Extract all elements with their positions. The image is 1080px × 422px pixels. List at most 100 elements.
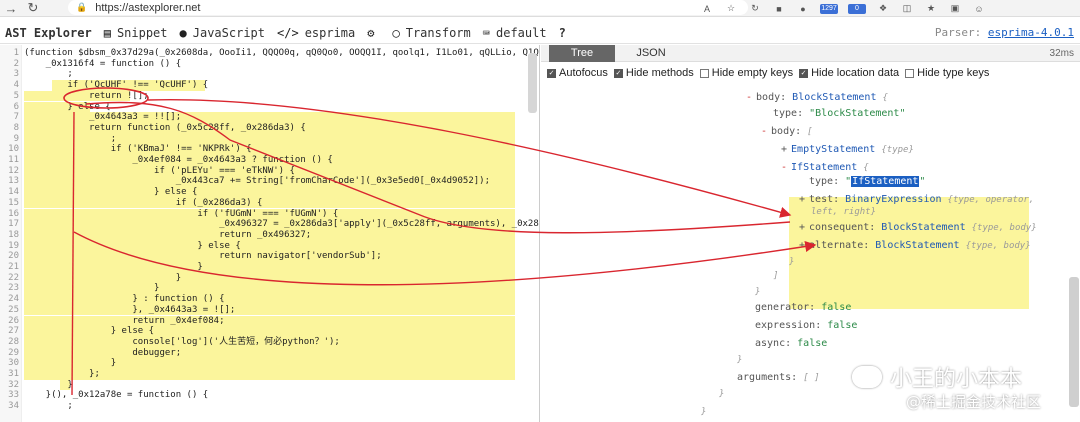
transform-toggle[interactable]: ◯ Transform [393, 26, 471, 40]
language-button[interactable]: ● JavaScript [180, 26, 265, 40]
line-number: 26 [8, 315, 19, 326]
code-icon: </> [277, 25, 299, 40]
code-text: if ('pLEYu' === 'eTkNW') { [24, 165, 295, 176]
extension-icon[interactable]: ■ [772, 2, 786, 16]
parse-time: 32ms [1049, 48, 1074, 59]
code-text: } else { [24, 240, 241, 251]
checkbox-icon[interactable] [905, 68, 915, 78]
code-text: } [24, 272, 182, 283]
parser-version-link[interactable]: esprima-4.0.1 [988, 26, 1074, 39]
line-number: 5 [13, 90, 19, 101]
code-text: }; [24, 369, 100, 379]
code-text: return navigator['vendorSub']; [24, 251, 382, 262]
line-number: 28 [8, 336, 19, 347]
tab-tree[interactable]: Tree [549, 45, 615, 62]
option-hide-empty-keys[interactable]: Hide empty keys [699, 67, 794, 79]
count-badge[interactable]: 1297 [820, 3, 838, 14]
option-label: Autofocus [559, 67, 608, 79]
tree-node-empty-statement[interactable]: + EmptyStatement {type} [781, 143, 914, 157]
code-text: return _0x496327; [24, 229, 312, 240]
code-text: } else { [24, 326, 155, 337]
tree-close-brace: } [789, 257, 795, 267]
profile-icon[interactable]: ☺ [972, 2, 986, 16]
option-label: Hide location data [811, 67, 900, 79]
snippet-button[interactable]: ▤ Snippet [104, 26, 168, 40]
line-number: 3 [13, 69, 19, 80]
option-hide-methods[interactable]: ✓ Hide methods [613, 67, 694, 79]
brand-title: AST Explorer [5, 25, 92, 40]
option-hide-type-keys[interactable]: Hide type keys [905, 67, 989, 79]
lock-icon: 🔒 [76, 2, 88, 12]
editor-scrollbar[interactable] [528, 53, 537, 113]
tree-node-test-meta: left, right} [811, 207, 877, 217]
color-icon[interactable]: ● [796, 2, 810, 16]
code-text: _0x4643a3 = !![]; [24, 112, 182, 123]
settings-button[interactable]: ⚙ [367, 26, 380, 40]
expand-icon: + [799, 222, 806, 233]
favorites-icon[interactable]: ★ [924, 2, 938, 16]
code-text: } [24, 283, 160, 294]
tree-node-type: type: "BlockStatement" [773, 108, 906, 119]
line-number: 2 [13, 58, 19, 69]
code-editor[interactable]: 1 (function $dbsm_0x37d29a(_0x2608da, Ooo… [0, 45, 540, 422]
collapse-icon: - [746, 92, 753, 103]
back-icon[interactable]: → [0, 0, 22, 17]
line-number: 17 [8, 219, 19, 230]
line-number: 10 [8, 144, 19, 155]
line-number: 29 [8, 347, 19, 358]
parser-button[interactable]: </> esprima [277, 26, 355, 40]
code-text: _0x443ca7 += String['fromCharCode'](_0x3… [24, 176, 490, 187]
code-text: _0x4ef084 = _0x4643a3 ? function () { [24, 155, 333, 165]
tree-close-brace-4: } [719, 389, 725, 399]
refresh-icon[interactable]: ↻ [22, 0, 44, 17]
tree-node-body-array[interactable]: - body: [ [761, 125, 813, 139]
puzzle-icon[interactable]: ❖ [876, 2, 890, 16]
zero-badge[interactable]: 0 [848, 3, 866, 14]
star-icon[interactable]: ☆ [724, 2, 738, 16]
tree-node-body[interactable]: - body: BlockStatement { [746, 91, 888, 105]
tree-node-generator: generator: false [755, 302, 852, 313]
code-text: } : function () { [24, 294, 225, 305]
tree-node-expression: expression: false [755, 320, 858, 331]
checkbox-icon[interactable]: ✓ [613, 68, 623, 78]
parser-label: esprima [304, 25, 356, 40]
parser-info: Parser: esprima-4.0.1 [935, 26, 1074, 39]
transform-label: Transform [405, 25, 471, 40]
checkbox-icon[interactable] [699, 68, 709, 78]
checkbox-icon[interactable]: ✓ [547, 68, 556, 78]
transform-select[interactable]: ⌨ default [483, 26, 547, 40]
code-text: return ![]; [24, 90, 149, 101]
app-toolbar: AST Explorer ▤ Snippet ● JavaScript </> … [0, 22, 1080, 44]
line-number: 24 [8, 294, 19, 305]
tree-node-arguments: arguments: [ ] [737, 372, 820, 383]
code-text: if ('KBmaJ' !== 'NKPRk') { [24, 144, 252, 155]
line-number: 6 [13, 101, 19, 112]
browser-bar: → ↻ 🔒 https://astexplorer.net A ☆ ↻ ■ ● … [0, 0, 1080, 17]
collapse-icon: - [761, 126, 768, 137]
line-number: 21 [8, 262, 19, 272]
collections-icon[interactable]: ▣ [948, 2, 962, 16]
address-bar[interactable]: 🔒 https://astexplorer.net [68, 0, 748, 15]
transform-value: default [496, 25, 547, 40]
help-button[interactable]: ? [559, 26, 566, 40]
checkbox-icon[interactable]: ✓ [799, 68, 809, 78]
line-number: 18 [8, 229, 19, 240]
extension-icons: A ☆ ↻ ■ ● 1297 0 ❖ ◫ ★ ▣ ☺ [700, 0, 986, 17]
option-hide-location-data[interactable]: ✓ Hide location data [799, 67, 899, 79]
tree-node-if-statement[interactable]: - IfStatement { [781, 161, 869, 175]
option-label: Hide methods [625, 67, 694, 79]
option-label: Hide empty keys [711, 67, 794, 79]
split-icon[interactable]: ◫ [900, 2, 914, 16]
code-text: } [24, 379, 73, 390]
language-label: JavaScript [192, 25, 265, 40]
line-number: 30 [8, 358, 19, 369]
tab-json[interactable]: JSON [621, 45, 681, 62]
tree-node-consequent[interactable]: + consequent: BlockStatement {type, body} [799, 221, 1037, 235]
wechat-logo-icon [852, 366, 882, 388]
tree-close-brace-5: } [701, 407, 707, 417]
option-autofocus[interactable]: ✓ Autofocus [547, 67, 608, 79]
selected-text: IfStatement [851, 176, 920, 187]
refresh-icon[interactable]: ↻ [748, 2, 762, 16]
read-aloud-icon[interactable]: A [700, 2, 714, 16]
tree-node-alternate[interactable]: + alternate: BlockStatement {type, body} [799, 239, 1031, 253]
